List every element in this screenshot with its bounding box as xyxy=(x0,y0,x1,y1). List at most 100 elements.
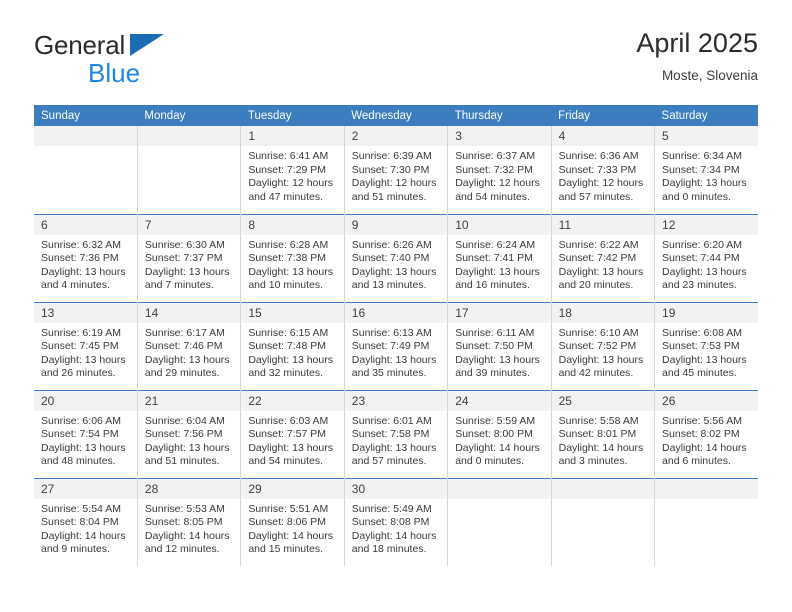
day-number: 16 xyxy=(344,302,448,323)
calendar-day-cell[interactable]: 11 Sunrise: 6:22 AM Sunset: 7:42 PM Dayligh… xyxy=(550,213,655,302)
day-details: Sunrise: 6:01 AM Sunset: 7:58 PM Daylight:… xyxy=(345,411,447,469)
day-details: Sunrise: 6:28 AM Sunset: 7:38 PM Daylight:… xyxy=(241,235,343,293)
title-block: April 2025 Moste, Slovenia xyxy=(636,26,758,86)
calendar-day-cell[interactable]: 29 Sunrise: 5:51 AM Sunset: 8:06 PM Dayligh… xyxy=(240,477,345,566)
daylight-text-1: Daylight: 13 hours xyxy=(144,441,230,454)
sunset-text: Sunset: 7:46 PM xyxy=(144,340,223,353)
sunset-text: Sunset: 7:40 PM xyxy=(351,252,430,265)
daylight-text-1: Daylight: 13 hours xyxy=(351,353,437,366)
sunrise-text: Sunrise: 6:13 AM xyxy=(351,326,432,339)
calendar-day-cell[interactable]: 19 Sunrise: 6:08 AM Sunset: 7:53 PM Dayligh… xyxy=(654,301,758,390)
calendar-empty-cell xyxy=(447,477,552,566)
sunrise-text: Sunrise: 6:11 AM xyxy=(455,326,535,339)
calendar-empty-cell xyxy=(550,477,655,566)
sunset-text: Sunset: 8:02 PM xyxy=(662,428,740,441)
sunset-text: Sunset: 7:37 PM xyxy=(144,252,223,265)
calendar-day-cell[interactable]: 7 Sunrise: 6:30 AM Sunset: 7:37 PM Daylight… xyxy=(136,213,241,302)
sunset-text: Sunset: 8:06 PM xyxy=(248,516,326,529)
calendar-day-cell[interactable]: 12 Sunrise: 6:20 AM Sunset: 7:44 PM Dayligh… xyxy=(654,213,758,302)
calendar-day-cell[interactable]: 3 Sunrise: 6:37 AM Sunset: 7:32 PM Daylight… xyxy=(447,126,552,214)
calendar-day-cell[interactable]: 25 Sunrise: 5:58 AM Sunset: 8:01 PM Dayligh… xyxy=(550,389,655,478)
calendar-day-cell[interactable]: 13 Sunrise: 6:19 AM Sunset: 7:45 PM Dayligh… xyxy=(34,301,138,390)
calendar-day-cell[interactable]: 5 Sunrise: 6:34 AM Sunset: 7:34 PM Daylight… xyxy=(654,126,758,214)
page-header: General Blue April 2025 Moste, Slovenia xyxy=(34,26,758,96)
weekday-header-wednesday: Wednesday xyxy=(344,105,448,126)
calendar-day-cell[interactable]: 17 Sunrise: 6:11 AM Sunset: 7:50 PM Dayligh… xyxy=(447,301,552,390)
day-details: Sunrise: 5:53 AM Sunset: 8:05 PM Daylight:… xyxy=(138,499,240,557)
calendar-day-cell[interactable]: 20 Sunrise: 6:06 AM Sunset: 7:54 PM Dayligh… xyxy=(34,389,138,478)
day-details: Sunrise: 6:32 AM Sunset: 7:36 PM Daylight:… xyxy=(34,235,137,293)
calendar-day-cell[interactable]: 30 Sunrise: 5:49 AM Sunset: 8:08 PM Dayligh… xyxy=(343,477,448,566)
calendar-day-cell[interactable]: 16 Sunrise: 6:13 AM Sunset: 7:49 PM Dayligh… xyxy=(343,301,448,390)
daylight-text-2: and 20 minutes. xyxy=(558,279,634,292)
calendar-day-cell[interactable]: 26 Sunrise: 5:56 AM Sunset: 8:02 PM Dayligh… xyxy=(654,389,758,478)
sunrise-text: Sunrise: 5:56 AM xyxy=(662,414,742,427)
daylight-text-2: and 13 minutes. xyxy=(351,279,427,292)
calendar-day-cell[interactable]: 22 Sunrise: 6:03 AM Sunset: 7:57 PM Dayligh… xyxy=(240,389,345,478)
sunrise-text: Sunrise: 6:39 AM xyxy=(351,150,432,162)
calendar-day-cell[interactable]: 28 Sunrise: 5:53 AM Sunset: 8:05 PM Dayligh… xyxy=(136,477,241,566)
calendar-day-cell[interactable]: 9 Sunrise: 6:26 AM Sunset: 7:40 PM Daylight… xyxy=(343,213,448,302)
day-number: 5 xyxy=(655,126,758,146)
calendar-week-row: 6 Sunrise: 6:32 AM Sunset: 7:36 PM Daylight… xyxy=(34,213,758,302)
sunrise-text: Sunrise: 5:54 AM xyxy=(41,502,121,515)
day-details: Sunrise: 6:19 AM Sunset: 7:45 PM Daylight:… xyxy=(34,323,137,381)
day-number: 4 xyxy=(551,126,655,146)
general-blue-logo[interactable]: General Blue xyxy=(34,30,254,88)
logo-general-text: General xyxy=(34,30,126,60)
sunset-text: Sunset: 7:38 PM xyxy=(248,252,326,265)
weekday-header-saturday: Saturday xyxy=(654,105,758,126)
sunset-text: Sunset: 7:36 PM xyxy=(41,252,119,265)
calendar-day-cell[interactable]: 6 Sunrise: 6:32 AM Sunset: 7:36 PM Daylight… xyxy=(34,213,138,302)
sunset-text: Sunset: 7:29 PM xyxy=(248,163,326,176)
day-details: Sunrise: 5:56 AM Sunset: 8:02 PM Daylight:… xyxy=(655,411,758,469)
daylight-text-1: Daylight: 13 hours xyxy=(248,265,333,278)
sunset-text: Sunset: 7:33 PM xyxy=(558,163,637,176)
day-number: 8 xyxy=(241,214,344,235)
calendar-day-cell[interactable]: 21 Sunrise: 6:04 AM Sunset: 7:56 PM Dayligh… xyxy=(136,389,241,478)
calendar-day-cell[interactable]: 23 Sunrise: 6:01 AM Sunset: 7:58 PM Dayligh… xyxy=(343,389,448,478)
calendar-day-cell[interactable]: 1 Sunrise: 6:41 AM Sunset: 7:29 PM Daylight… xyxy=(240,126,345,214)
daylight-text-2: and 45 minutes. xyxy=(662,367,737,380)
sunrise-text: Sunrise: 6:30 AM xyxy=(144,238,225,251)
day-details: Sunrise: 5:58 AM Sunset: 8:01 PM Daylight:… xyxy=(552,411,654,469)
daylight-text-2: and 3 minutes. xyxy=(558,455,628,468)
daylight-text-1: Daylight: 13 hours xyxy=(558,353,644,366)
calendar-day-cell[interactable]: 24 Sunrise: 5:59 AM Sunset: 8:00 PM Dayligh… xyxy=(447,389,552,478)
calendar-day-cell[interactable]: 2 Sunrise: 6:39 AM Sunset: 7:30 PM Daylight… xyxy=(343,126,448,214)
day-number: 29 xyxy=(241,478,344,499)
daylight-text-2: and 54 minutes. xyxy=(455,190,530,203)
day-details: Sunrise: 6:08 AM Sunset: 7:53 PM Daylight:… xyxy=(655,323,758,381)
calendar-day-cell[interactable]: 27 Sunrise: 5:54 AM Sunset: 8:04 PM Dayligh… xyxy=(34,477,138,566)
day-number: 11 xyxy=(551,214,655,235)
calendar-grid: Sunday Monday Tuesday Wednesday Thursday Frid… xyxy=(34,105,758,566)
calendar-day-cell[interactable]: 4 Sunrise: 6:36 AM Sunset: 7:33 PM Daylight… xyxy=(550,126,655,214)
calendar-day-cell[interactable]: 8 Sunrise: 6:28 AM Sunset: 7:38 PM Daylight… xyxy=(240,213,345,302)
sunrise-text: Sunrise: 6:10 AM xyxy=(558,326,639,339)
calendar-day-cell[interactable]: 10 Sunrise: 6:24 AM Sunset: 7:41 PM Dayligh… xyxy=(447,213,552,302)
daylight-text-1: Daylight: 13 hours xyxy=(558,265,644,278)
daylight-text-1: Daylight: 13 hours xyxy=(41,441,126,454)
daylight-text-2: and 12 minutes. xyxy=(144,543,220,556)
day-details: Sunrise: 5:51 AM Sunset: 8:06 PM Daylight:… xyxy=(241,499,343,557)
daylight-text-2: and 10 minutes. xyxy=(248,279,324,292)
calendar-day-cell[interactable]: 14 Sunrise: 6:17 AM Sunset: 7:46 PM Dayligh… xyxy=(136,301,241,390)
daylight-text-2: and 29 minutes. xyxy=(144,367,220,380)
sunrise-text: Sunrise: 6:41 AM xyxy=(248,150,329,162)
day-number: 27 xyxy=(34,478,137,499)
daylight-text-1: Daylight: 14 hours xyxy=(455,441,540,454)
day-number: 30 xyxy=(344,478,448,499)
daylight-text-2: and 57 minutes. xyxy=(351,455,427,468)
daylight-text-2: and 42 minutes. xyxy=(558,367,634,380)
day-details: Sunrise: 6:41 AM Sunset: 7:29 PM Daylight:… xyxy=(241,146,343,204)
day-number xyxy=(655,478,758,499)
daylight-text-1: Daylight: 13 hours xyxy=(455,265,540,278)
day-number: 12 xyxy=(655,214,758,235)
calendar-day-cell[interactable]: 15 Sunrise: 6:15 AM Sunset: 7:48 PM Dayligh… xyxy=(240,301,345,390)
calendar-day-cell[interactable]: 18 Sunrise: 6:10 AM Sunset: 7:52 PM Dayligh… xyxy=(550,301,655,390)
daylight-text-1: Daylight: 13 hours xyxy=(248,353,333,366)
sunset-text: Sunset: 7:41 PM xyxy=(455,252,533,265)
sunset-text: Sunset: 7:49 PM xyxy=(351,340,430,353)
day-number: 6 xyxy=(34,214,137,235)
daylight-text-2: and 0 minutes. xyxy=(662,190,731,203)
